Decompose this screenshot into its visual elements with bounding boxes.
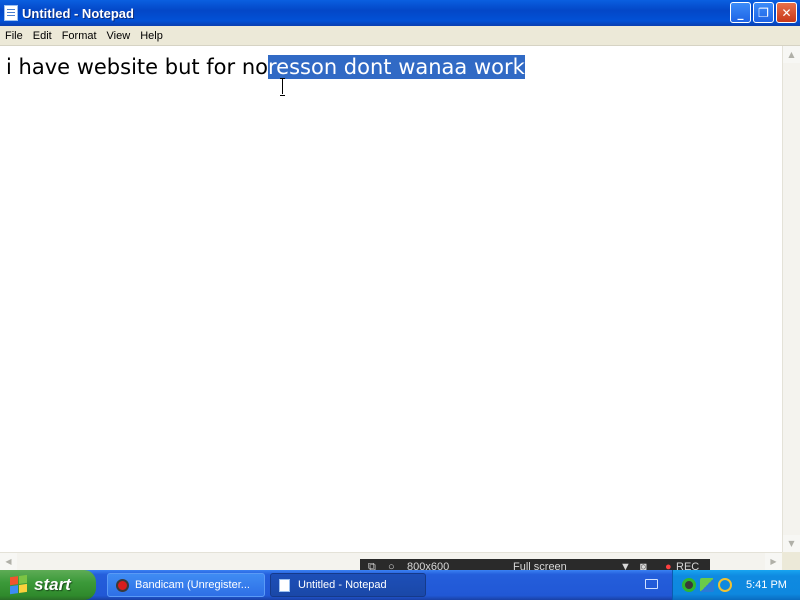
overlay-dropdown-icon[interactable]: ▼ xyxy=(620,560,631,570)
overlay-size: 800x600 xyxy=(407,561,450,570)
menu-file[interactable]: File xyxy=(0,26,28,46)
notepad-icon[interactable] xyxy=(4,5,18,21)
scroll-left-icon[interactable]: ◀ xyxy=(0,553,17,570)
menu-help[interactable]: Help xyxy=(135,26,168,46)
record-icon xyxy=(116,578,129,592)
window-title: Untitled - Notepad xyxy=(22,5,134,21)
menu-bar: File Edit Format View Help xyxy=(0,26,800,46)
scroll-up-icon[interactable]: ▲ xyxy=(783,46,800,63)
taskbar: start Bandicam (Unregister... Untitled -… xyxy=(0,570,800,600)
minimize-button[interactable]: _ xyxy=(730,2,751,23)
menu-edit[interactable]: Edit xyxy=(28,26,57,46)
overlay-mode[interactable]: Full screen xyxy=(513,560,567,570)
text-editor[interactable]: i have website but for noresson dont wan… xyxy=(0,46,782,552)
overlay-magnifier-icon[interactable]: ○ xyxy=(388,560,395,570)
window-controls: _ ❐ ✕ xyxy=(730,2,797,23)
overlay-camera-icon[interactable]: ◙ xyxy=(640,560,647,570)
ibeam-cursor-icon xyxy=(280,78,286,96)
taskbar-item-bandicam[interactable]: Bandicam (Unregister... xyxy=(107,573,265,597)
start-label: start xyxy=(34,575,71,594)
scroll-down-icon[interactable]: ▼ xyxy=(783,535,800,552)
keyboard-icon[interactable] xyxy=(645,579,658,589)
overlay-window-icon[interactable]: ⧉ xyxy=(368,560,376,570)
clock[interactable]: 5:41 PM xyxy=(746,579,787,591)
editor-text-plain: i have website but for no xyxy=(6,55,268,79)
maximize-button[interactable]: ❐ xyxy=(753,2,774,23)
title-bar[interactable]: Untitled - Notepad _ ❐ ✕ xyxy=(0,0,800,26)
editor-content[interactable]: i have website but for noresson dont wan… xyxy=(6,52,525,82)
search-icon[interactable] xyxy=(718,578,732,592)
start-button[interactable]: start xyxy=(0,570,96,600)
overlay-rec-dot-icon: ● xyxy=(665,561,672,570)
scroll-right-icon[interactable]: ▶ xyxy=(765,553,782,570)
windows-logo-icon xyxy=(10,574,28,596)
taskbar-item-label: Bandicam (Unregister... xyxy=(135,579,250,591)
editor-text-selected: resson dont wanaa work xyxy=(268,55,525,79)
overlay-rec-label[interactable]: REC xyxy=(676,560,699,570)
system-tray: 5:41 PM xyxy=(672,570,800,600)
close-button[interactable]: ✕ xyxy=(776,2,797,23)
notepad-icon xyxy=(279,578,290,592)
vertical-scrollbar[interactable]: ▲ ▼ xyxy=(782,46,800,552)
taskbar-item-label: Untitled - Notepad xyxy=(298,579,387,591)
network-icon[interactable] xyxy=(700,578,714,592)
size-grip[interactable] xyxy=(782,552,800,570)
menu-view[interactable]: View xyxy=(102,26,136,46)
bandicam-tray-icon[interactable] xyxy=(682,578,696,592)
menu-format[interactable]: Format xyxy=(57,26,102,46)
bandicam-overlay[interactable]: ⧉ ○ 800x600 Full screen ▼ ◙ ● REC xyxy=(360,559,710,570)
taskbar-item-notepad[interactable]: Untitled - Notepad xyxy=(270,573,426,597)
